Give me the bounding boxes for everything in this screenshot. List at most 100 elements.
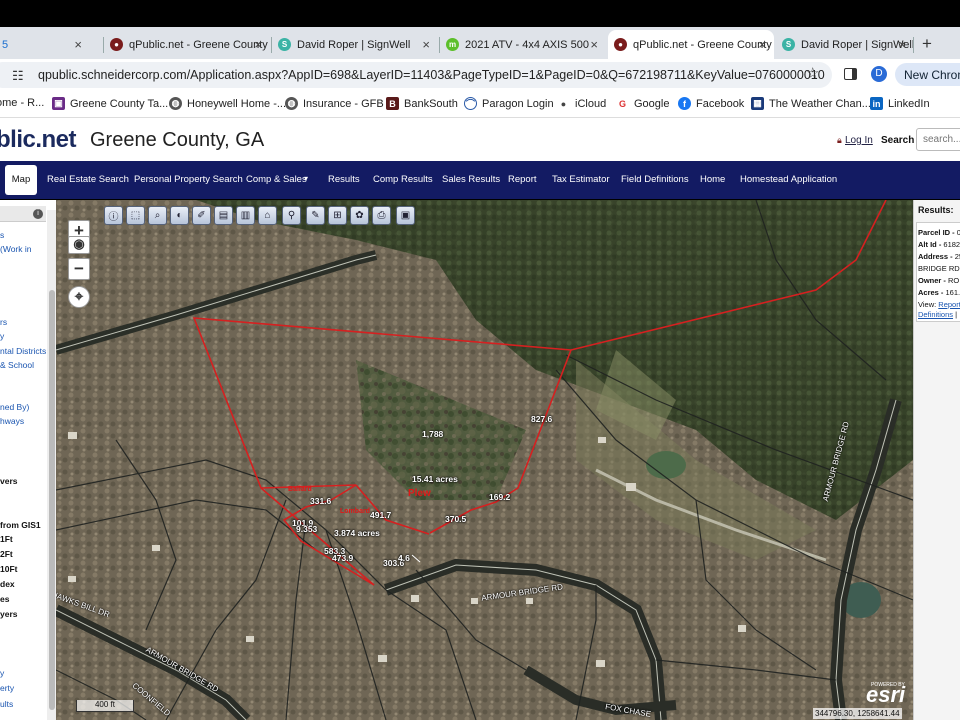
layer-item[interactable]: dex [0, 579, 15, 589]
layer-item[interactable]: hways [0, 416, 24, 426]
browser-tab[interactable]: m 2021 ATV - 4x4 AXIS 500 × [440, 30, 606, 59]
browser-tab-active[interactable]: ● qPublic.net - Greene County × [608, 30, 774, 59]
globe-icon[interactable]: ◉ [68, 236, 90, 254]
facebook-icon: f [678, 97, 691, 110]
bookmark-star-icon[interactable]: ☆ [806, 64, 819, 82]
browser-tab[interactable]: S David Roper | SignWell × [776, 30, 914, 59]
layer-item[interactable]: & School [0, 360, 34, 370]
tab-close-icon[interactable]: × [758, 37, 766, 52]
nav-tax-estimator[interactable]: Tax Estimator [552, 174, 610, 185]
buffer-icon[interactable]: ⌂ [258, 206, 277, 225]
tab-close-icon[interactable]: × [422, 37, 430, 52]
signwell-favicon-icon: S [278, 38, 291, 51]
layer-item[interactable]: rs [0, 317, 7, 327]
bookmark-label: The Weather Chan... [769, 97, 871, 110]
bookmark-label: Google [634, 97, 670, 110]
layer-item[interactable]: es [0, 594, 9, 604]
identify-icon[interactable]: ◐ [170, 206, 189, 225]
info-icon[interactable]: i [33, 209, 43, 219]
nav-home[interactable]: Home [700, 174, 725, 185]
pencil-icon[interactable]: ✎ [306, 206, 325, 225]
map-owner-label: Lombard [340, 508, 370, 515]
layers-scrollbar-thumb[interactable] [49, 290, 55, 710]
select-icon[interactable]: ⬚ [126, 206, 145, 225]
measure-icon[interactable]: ▥ [236, 206, 255, 225]
nav-homestead-application[interactable]: Homestead Application [740, 174, 837, 185]
tab-close-icon[interactable]: × [898, 37, 906, 52]
browser-tab[interactable]: S David Roper | SignWell × [272, 30, 438, 59]
tab-close-icon[interactable]: × [590, 37, 598, 52]
result-line: BRIDGE RD [918, 264, 960, 273]
browser-tab[interactable]: 5 × [0, 30, 90, 59]
print-icon[interactable]: ⎙ [372, 206, 391, 225]
url-text[interactable]: qpublic.schneidercorp.com/Application.as… [38, 68, 825, 82]
nav-sales-results[interactable]: Sales Results [442, 174, 500, 185]
side-panel-icon[interactable] [844, 68, 857, 80]
site-settings-icon[interactable]: ☷ [12, 68, 24, 84]
bookmark-item[interactable]: ◍ Insurance - GFB [285, 97, 384, 110]
zoom-out-button[interactable]: − [68, 258, 90, 280]
layer-item[interactable]: s [0, 230, 4, 240]
layers-icon[interactable]: ▤ [214, 206, 233, 225]
info-icon[interactable]: ⓘ [104, 206, 123, 225]
definitions-link[interactable]: Definitions [918, 310, 953, 319]
bookmark-item[interactable]: f Facebook [678, 97, 744, 110]
bookmark-item[interactable]: ▦ The Weather Chan... [751, 97, 871, 110]
profile-avatar[interactable]: D [871, 66, 887, 82]
layer-item[interactable]: y [0, 331, 4, 341]
tab-title: 5 [2, 38, 9, 51]
tab-close-icon[interactable]: × [254, 37, 262, 52]
eraser-icon[interactable]: ✐ [192, 206, 211, 225]
map-dimension-label: 9.353 [296, 524, 318, 534]
search-icon[interactable]: ⚲ [282, 206, 301, 225]
nav-real-estate-search[interactable]: Real Estate Search [47, 174, 129, 185]
layer-item[interactable]: vers [0, 476, 18, 486]
bookmarks-bar: ome - R... ▣ Greene County Ta... ◍ Honeywe… [0, 90, 960, 118]
bookmark-item[interactable]: ● iCloud [557, 97, 606, 110]
zoom-icon[interactable]: ⌕ [148, 206, 167, 225]
layer-item[interactable]: from GIS1 [0, 520, 41, 530]
chevron-down-icon[interactable]: ▾ [304, 174, 308, 183]
layer-item[interactable]: ults [0, 699, 13, 709]
bookmark-item[interactable]: B BankSouth [386, 97, 458, 110]
layer-item[interactable]: ned By) [0, 402, 29, 412]
bookmark-item[interactable]: ▣ Greene County Ta... [52, 97, 168, 110]
extent-icon[interactable]: ⊞ [328, 206, 347, 225]
layer-item[interactable]: ntal Districts [0, 346, 46, 356]
bookmark-item[interactable]: ome - R... [0, 97, 44, 109]
map-acreage-label: 15.41 acres [412, 474, 458, 484]
save-icon[interactable]: ▣ [396, 206, 415, 225]
address-bar[interactable]: ☷ qpublic.schneidercorp.com/Application.… [0, 62, 832, 88]
result-line: Alt Id - 6182 [918, 240, 960, 249]
layer-item[interactable]: 1Ft [0, 534, 13, 544]
map-viewer[interactable]: ⓘ ⬚ ⌕ ◐ ✐ ▤ ▥ ⌂ ⚲ ✎ ⊞ ✿ ⎙ ▣ + ◉ − ⌖ 1,78… [56, 200, 913, 720]
nav-personal-property-search[interactable]: Personal Property Search [134, 174, 243, 185]
bookmark-item[interactable]: G Google [616, 97, 669, 110]
site-search-input[interactable] [916, 128, 960, 151]
layer-item[interactable]: (Work in [0, 244, 32, 254]
layer-item[interactable]: 2Ft [0, 549, 13, 559]
report-link[interactable]: Report [938, 300, 960, 309]
layer-item[interactable]: 10Ft [0, 564, 17, 574]
bookmark-item[interactable]: ⌒ Paragon Login [464, 97, 554, 110]
markup-icon[interactable]: ✿ [350, 206, 369, 225]
site-logo[interactable]: blic.net [0, 126, 77, 154]
nav-report[interactable]: Report [508, 174, 537, 185]
bookmark-item[interactable]: in LinkedIn [870, 97, 930, 110]
tab-close-icon[interactable]: × [74, 37, 82, 52]
layer-item[interactable]: y [0, 668, 4, 678]
layer-item[interactable]: erty [0, 683, 14, 693]
nav-comp-sales[interactable]: Comp & Sales [246, 174, 307, 185]
login-link[interactable]: Log In [845, 135, 873, 146]
browser-tab[interactable]: ● qPublic.net - Greene County × [104, 30, 270, 59]
nav-field-definitions[interactable]: Field Definitions [621, 174, 689, 185]
bookmark-item[interactable]: ◍ Honeywell Home -... [169, 97, 286, 110]
nav-comp-results[interactable]: Comp Results [373, 174, 433, 185]
locate-icon[interactable]: ⌖ [68, 286, 90, 308]
nav-results[interactable]: Results [328, 174, 360, 185]
new-tab-button[interactable]: + [922, 34, 932, 54]
layer-item[interactable]: yers [0, 609, 18, 619]
new-chrome-button[interactable]: New Chrome [895, 63, 960, 86]
nav-map[interactable]: Map [5, 165, 37, 195]
screen-top-bezel [0, 0, 960, 27]
